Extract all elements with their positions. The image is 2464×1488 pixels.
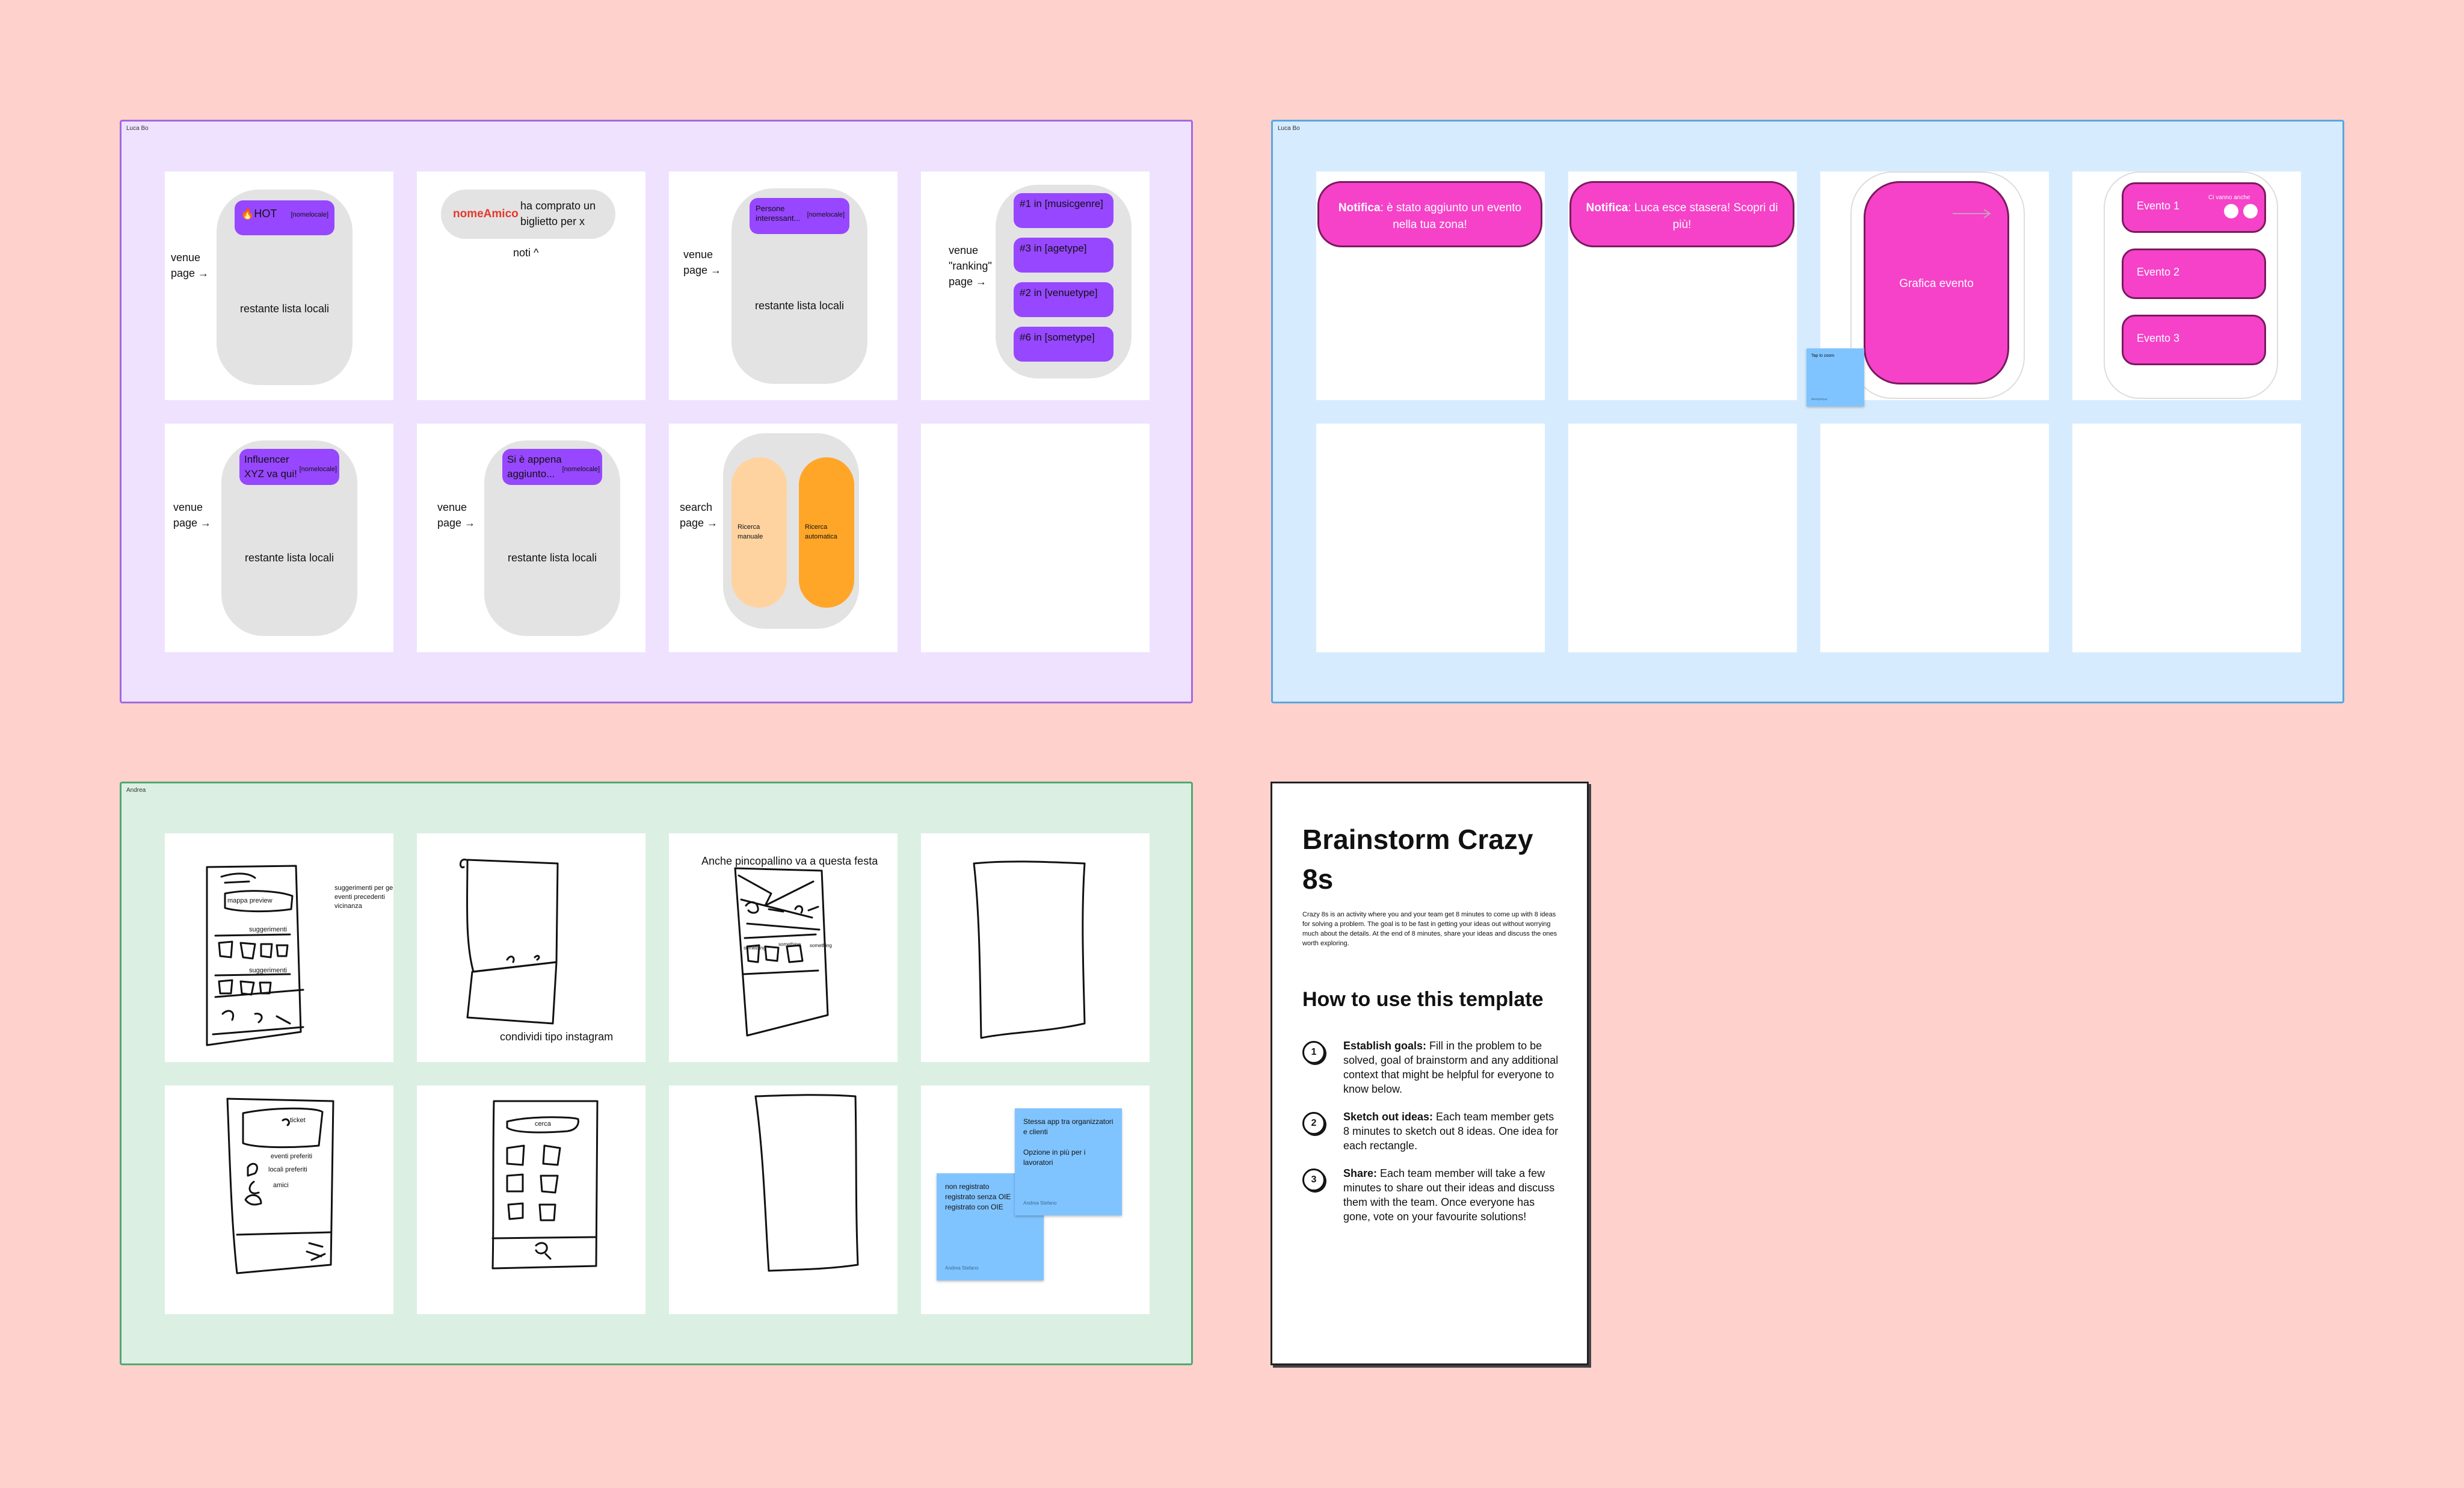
step-number-2: 2 <box>1302 1112 1325 1135</box>
step-title: Sketch out ideas: <box>1343 1111 1434 1123</box>
sketch-card-empty[interactable] <box>1568 424 1797 652</box>
venue-page-label: venue page → <box>171 252 209 279</box>
sticky-note-tap[interactable]: Tap to zoom Anonymous <box>1806 348 1864 406</box>
search-page-label: search page → <box>680 501 718 529</box>
how-to-title: How to use this template <box>1302 988 1544 1011</box>
section-luca-bo-1[interactable]: Luca Bo venue page → 🔥HOT [nomelocale] r… <box>120 120 1193 703</box>
step-number-3: 3 <box>1302 1168 1325 1191</box>
friends-going-label: Ci vanno anche <box>2208 194 2250 201</box>
hand-sketch-blank-phone[interactable] <box>921 833 1150 1062</box>
friend-avatar-1 <box>2224 204 2238 218</box>
hand-sketch-profile[interactable]: ticket eventi preferiti locali preferiti… <box>165 1085 393 1314</box>
venue-list-label: restante lista locali <box>754 300 845 312</box>
swipe-arrow-icon <box>1953 209 1991 218</box>
search-sketch-drawing <box>491 1100 599 1270</box>
crazy-8s-template-card: Brainstorm Crazy 8s Crazy 8s is an activ… <box>1270 782 1589 1365</box>
home-sketch-drawing <box>206 865 304 1046</box>
sticky-notes-card[interactable]: non registrato registrato senza OIE regi… <box>921 1085 1150 1314</box>
suggestions-label-1: suggerimenti <box>249 926 287 933</box>
sketch-card-interested-people[interactable]: venue page → Persone interessant... [nom… <box>669 171 898 400</box>
interested-people-chip[interactable]: Persone interessant... [nomelocale] <box>750 198 849 234</box>
sketch-card-friend-notification[interactable]: nomeAmico ha comprato un biglietto per x… <box>417 171 645 400</box>
friends-label: amici <box>273 1182 289 1189</box>
sketch-card-empty[interactable] <box>1820 424 2049 652</box>
sketch-card-influencer[interactable]: venue page → Influencer XYZ va qui! [nom… <box>165 424 393 652</box>
venue-list-label: restante lista locali <box>507 552 597 564</box>
search-label: cerca <box>535 1120 551 1128</box>
friend-party-sketch-drawing <box>734 867 829 1037</box>
venue-list-label: restante lista locali <box>239 303 330 315</box>
rank-chip-2[interactable]: #3 in [agetype] <box>1014 238 1113 273</box>
hand-sketch-blank-phone-2[interactable] <box>669 1085 898 1314</box>
blank-phone-sketch-drawing <box>754 1094 859 1272</box>
event-item-2[interactable]: Evento 2 <box>2122 249 2266 299</box>
blank-phone-sketch-drawing <box>973 860 1086 1039</box>
ranking-page-label: venue "ranking" page → <box>949 244 992 288</box>
sketch-card-event-list[interactable]: Evento 1 Ci vanno anche Evento 2 Evento … <box>2072 171 2301 400</box>
venue-page-label: venue page → <box>683 249 722 276</box>
notification-message: ha comprato un biglietto per x <box>520 200 596 227</box>
friend-avatar-2 <box>2243 204 2258 218</box>
sketch-label-a: something <box>744 945 766 951</box>
event-item-3[interactable]: Evento 3 <box>2122 315 2266 365</box>
template-title: Brainstorm Crazy 8s <box>1302 824 1533 895</box>
favorite-venues-label: locali preferiti <box>268 1166 307 1173</box>
friend-name: nomeAmico <box>453 208 519 220</box>
notification-caption: noti ^ <box>513 247 539 259</box>
just-joined-chip[interactable]: Si è appena aggiunto... [nomelocale] <box>502 449 602 485</box>
hand-sketch-friend-party[interactable]: Anche pincopallino va a questa festa som… <box>669 833 898 1062</box>
section-label: Luca Bo <box>126 125 149 132</box>
sketch-card-empty[interactable] <box>2072 424 2301 652</box>
sketch-label-b: something <box>778 942 801 947</box>
sketch-card-event-notification[interactable]: Notifica: è stato aggiunto un evento nel… <box>1316 171 1545 400</box>
rank-chip-3[interactable]: #2 in [venuetype] <box>1014 282 1113 317</box>
sketch-card-hot[interactable]: venue page → 🔥HOT [nomelocale] restante … <box>165 171 393 400</box>
venue-page-label: venue page → <box>173 501 212 529</box>
friend-out-notification-banner[interactable]: Notifica: Luca esce stasera! Scopri di p… <box>1569 181 1794 247</box>
event-graphic-label: Grafica evento <box>1899 277 1974 290</box>
share-sketch-drawing <box>460 859 559 1025</box>
manual-search-label: Ricerca manuale <box>738 523 763 540</box>
suggestions-note: suggerimenti per genere eventi precedent… <box>334 884 393 910</box>
automatic-search-label: Ricerca automatica <box>805 523 837 540</box>
sketch-card-empty[interactable] <box>921 424 1150 652</box>
hand-sketch-home[interactable]: mappa preview suggerimenti suggerimenti … <box>165 833 393 1062</box>
rank-chip-4[interactable]: #6 in [sometype] <box>1014 327 1113 362</box>
sticky-note-same-app[interactable]: Stessa app tra organizzatori e clienti O… <box>1015 1108 1122 1215</box>
share-caption: condividi tipo instagram <box>500 1031 614 1043</box>
event-notification-banner[interactable]: Notifica: è stato aggiunto un evento nel… <box>1317 181 1542 247</box>
template-intro: Crazy 8s is an activity where you and yo… <box>1302 911 1557 947</box>
sketch-card-empty[interactable] <box>1316 424 1545 652</box>
sketch-card-search[interactable]: search page → Ricerca manuale Ricerca au… <box>669 424 898 652</box>
section-andrea[interactable]: Andrea mappa preview suggerimenti sugger… <box>120 782 1193 1365</box>
sketch-card-friend-out-notification[interactable]: Notifica: Luca esce stasera! Scopri di p… <box>1568 171 1797 400</box>
hand-sketch-share[interactable]: condividi tipo instagram <box>417 833 645 1062</box>
venue-list-label: restante lista locali <box>244 552 334 564</box>
section-luca-bo-2[interactable]: Luca Bo Notifica: è stato aggiunto un ev… <box>1271 120 2344 703</box>
step-number-1: 1 <box>1302 1041 1325 1064</box>
profile-sketch-drawing <box>226 1097 334 1274</box>
hand-sketch-search[interactable]: cerca <box>417 1085 645 1314</box>
ticket-label: ticket <box>290 1117 306 1124</box>
section-label: Andrea <box>126 787 146 794</box>
favorite-events-label: eventi preferiti <box>271 1153 313 1160</box>
hot-venue-chip[interactable]: 🔥HOT [nomelocale] <box>235 200 334 235</box>
sketch-label-c: something <box>810 943 832 948</box>
influencer-chip[interactable]: Influencer XYZ va qui! [nomelocale] <box>239 449 339 485</box>
venue-page-label: venue page → <box>437 501 476 529</box>
section-label: Luca Bo <box>1278 125 1300 132</box>
rank-chip-1[interactable]: #1 in [musicgenre] <box>1014 193 1113 228</box>
map-preview-label: mappa preview <box>227 897 273 904</box>
step-title: Establish goals: <box>1343 1040 1427 1052</box>
sketch-card-just-joined[interactable]: venue page → Si è appena aggiunto... [no… <box>417 424 645 652</box>
step-title: Share: <box>1343 1167 1378 1179</box>
suggestions-label-2: suggerimenti <box>249 967 287 974</box>
sketch-card-ranking[interactable]: venue "ranking" page → #1 in [musicgenre… <box>921 171 1150 400</box>
